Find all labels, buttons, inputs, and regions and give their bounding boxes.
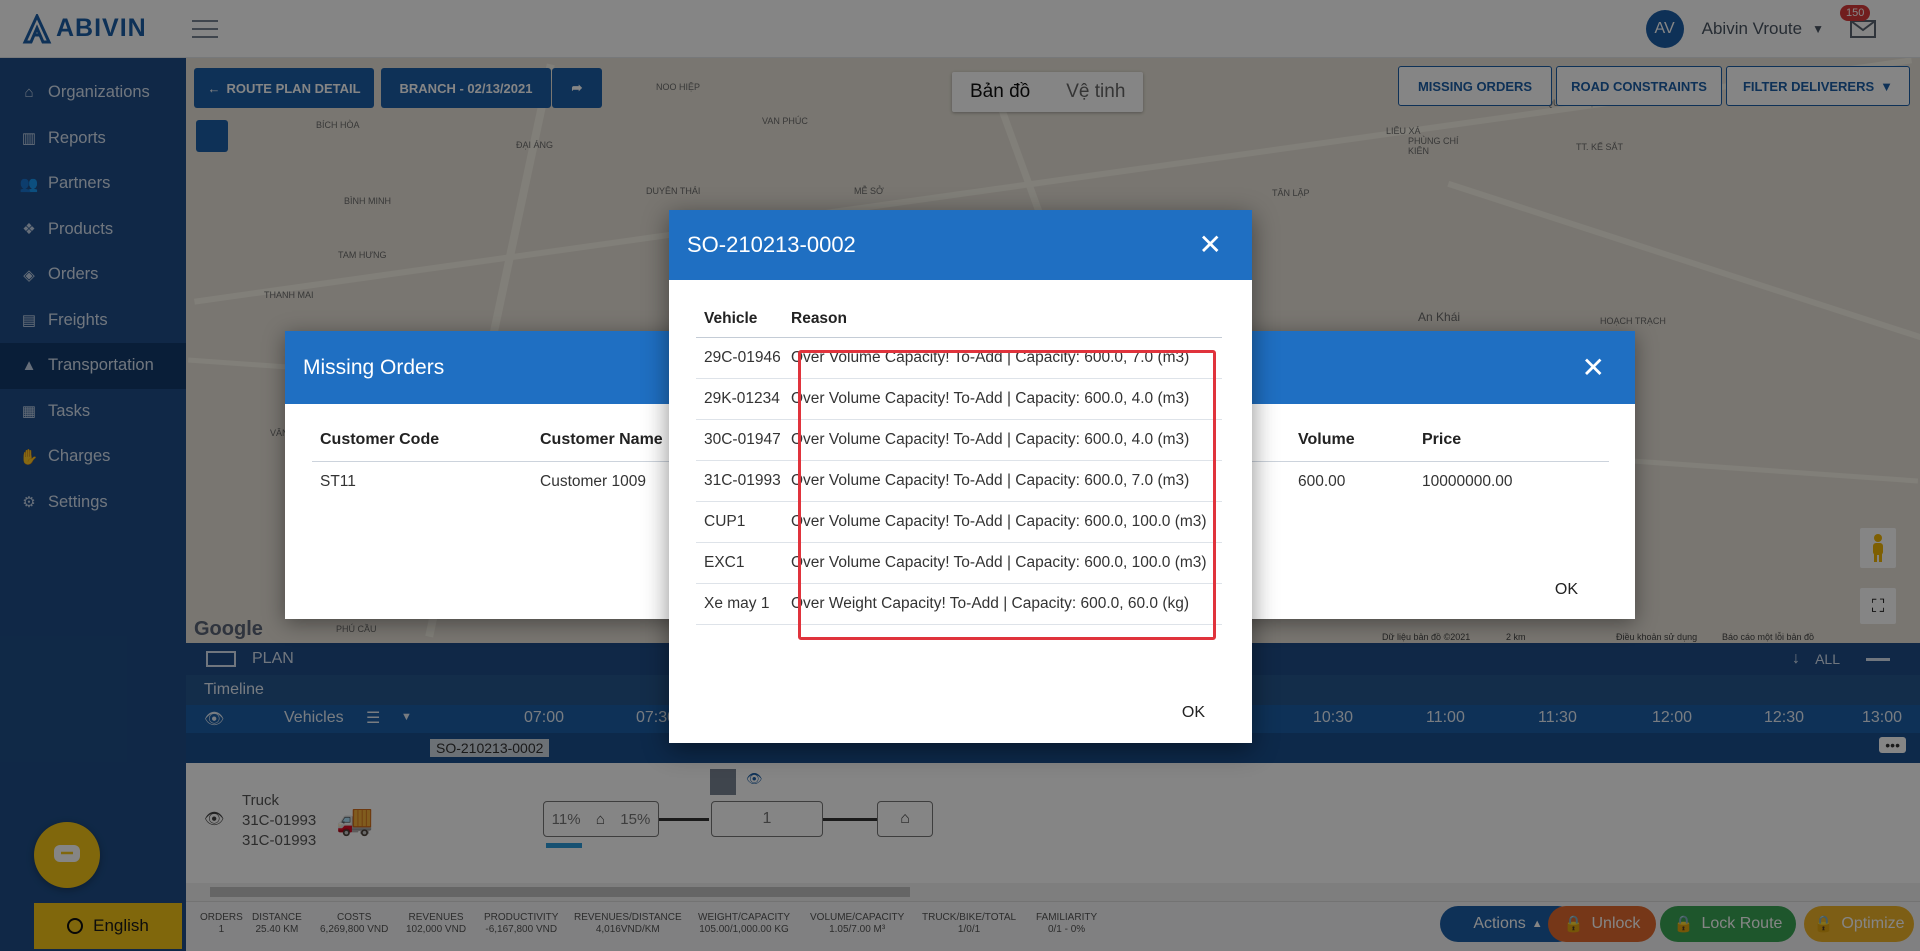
order-reason-modal-header: SO-210213-0002 ✕ xyxy=(669,210,1252,280)
table-header-row: Vehicle Reason xyxy=(696,310,1222,338)
vehicle-cell: Xe may 1 xyxy=(704,595,770,612)
reason-cell: Over Volume Capacity! To-Add | Capacity:… xyxy=(791,513,1207,530)
table-row: 30C-01947 Over Volume Capacity! To-Add | … xyxy=(696,420,1222,461)
vehicle-cell: 31C-01993 xyxy=(704,472,781,489)
table-row: 29C-01946 Over Volume Capacity! To-Add | … xyxy=(696,338,1222,379)
table-row: Xe may 1 Over Weight Capacity! To-Add | C… xyxy=(696,584,1222,625)
modal-title: SO-210213-0002 xyxy=(687,232,856,257)
customer-code-cell: ST11 xyxy=(320,473,356,490)
reason-cell: Over Volume Capacity! To-Add | Capacity:… xyxy=(791,349,1190,366)
modal-title: Missing Orders xyxy=(303,355,445,379)
column-header[interactable]: Vehicle xyxy=(696,310,791,328)
vehicle-cell: 29K-01234 xyxy=(704,390,780,407)
close-icon[interactable]: ✕ xyxy=(1199,231,1222,259)
ok-button[interactable]: OK xyxy=(1182,704,1205,722)
reason-cell: Over Volume Capacity! To-Add | Capacity:… xyxy=(791,472,1190,489)
volume-cell: 600.00 xyxy=(1298,473,1346,490)
order-reason-modal: SO-210213-0002 ✕ Vehicle Reason 29C-0194… xyxy=(669,210,1252,743)
reason-cell: Over Volume Capacity! To-Add | Capacity:… xyxy=(791,554,1207,571)
vehicle-cell: EXC1 xyxy=(704,554,745,571)
column-header[interactable]: Customer Code xyxy=(320,431,439,449)
column-header[interactable]: Price xyxy=(1422,431,1461,449)
price-cell: 10000000.00 xyxy=(1422,473,1513,490)
column-header[interactable]: Volume xyxy=(1298,431,1355,449)
column-header[interactable]: Reason xyxy=(791,310,1222,328)
reason-cell: Over Weight Capacity! To-Add | Capacity:… xyxy=(791,595,1190,612)
table-row: 31C-01993 Over Volume Capacity! To-Add | … xyxy=(696,461,1222,502)
vehicle-cell: 30C-01947 xyxy=(704,431,781,448)
vehicle-cell: 29C-01946 xyxy=(704,349,781,366)
table-row: 29K-01234 Over Volume Capacity! To-Add | … xyxy=(696,379,1222,420)
reason-cell: Over Volume Capacity! To-Add | Capacity:… xyxy=(791,431,1190,448)
ok-button[interactable]: OK xyxy=(1555,581,1578,599)
vehicle-cell: CUP1 xyxy=(704,513,746,530)
table-row: CUP1 Over Volume Capacity! To-Add | Capac… xyxy=(696,502,1222,543)
customer-name-cell: Customer 1009 xyxy=(540,473,646,490)
reason-table: Vehicle Reason 29C-01946 Over Volume Capa… xyxy=(696,310,1222,625)
table-row: EXC1 Over Volume Capacity! To-Add | Capac… xyxy=(696,543,1222,584)
reason-cell: Over Volume Capacity! To-Add | Capacity:… xyxy=(791,390,1190,407)
close-icon[interactable]: ✕ xyxy=(1582,353,1605,382)
column-header[interactable]: Customer Name xyxy=(540,431,663,449)
